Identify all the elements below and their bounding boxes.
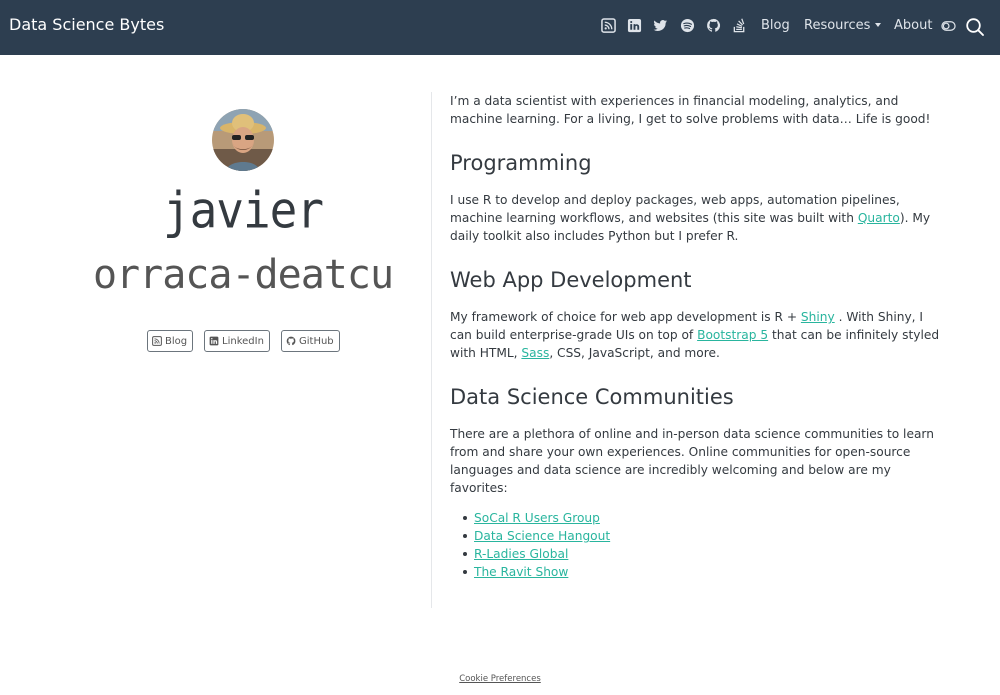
stackoverflow-icon[interactable] xyxy=(732,18,747,33)
site-brand[interactable]: Data Science Bytes xyxy=(9,15,164,34)
spotify-icon[interactable] xyxy=(680,18,695,33)
list-item: R-Ladies Global xyxy=(450,545,940,563)
data-science-hangout-link[interactable]: Data Science Hangout xyxy=(474,529,610,543)
shiny-link[interactable]: Shiny xyxy=(801,310,835,324)
twitter-icon[interactable] xyxy=(653,18,668,33)
list-item: Data Science Hangout xyxy=(450,527,940,545)
quarto-link[interactable]: Quarto xyxy=(858,211,900,225)
github-icon xyxy=(286,336,296,346)
socal-r-users-link[interactable]: SoCal R Users Group xyxy=(474,511,600,525)
theme-toggle-icon[interactable] xyxy=(941,20,956,32)
profile-github-label: GitHub xyxy=(299,335,334,347)
communities-paragraph: There are a plethora of online and in-pe… xyxy=(450,427,934,495)
list-item: The Ravit Show xyxy=(450,563,940,581)
profile-linkedin-label: LinkedIn xyxy=(222,335,264,347)
caret-down-icon xyxy=(875,22,882,27)
webapp-paragraph: My framework of choice for web app devel… xyxy=(450,308,940,362)
profile-avatar xyxy=(212,109,274,171)
communities-list: SoCal R Users Group Data Science Hangout… xyxy=(450,509,940,581)
programming-heading: Programming xyxy=(450,151,592,175)
bootstrap-link[interactable]: Bootstrap 5 xyxy=(697,328,768,342)
rss-icon xyxy=(152,336,162,346)
profile-first-name: javier xyxy=(162,180,324,240)
github-icon[interactable] xyxy=(706,18,721,33)
nav-resources-label: Resources xyxy=(804,18,871,33)
profile-blog-button[interactable]: Blog xyxy=(147,330,194,352)
webapp-text-4: , CSS, JavaScript, and more. xyxy=(549,346,720,360)
programming-text-1: I use R to develop and deploy packages, … xyxy=(450,193,900,225)
search-icon[interactable] xyxy=(965,17,985,37)
nav-blog-link[interactable]: Blog xyxy=(761,18,790,33)
about-content: I’m a data scientist with experiences in… xyxy=(450,92,940,581)
cookie-preferences-link[interactable]: Cookie Preferences xyxy=(0,674,1000,684)
nav-about-link[interactable]: About xyxy=(894,18,932,33)
linkedin-icon[interactable] xyxy=(627,18,642,33)
top-navbar: Data Science Bytes Blog Resources About xyxy=(0,0,1000,55)
list-item: SoCal R Users Group xyxy=(450,509,940,527)
intro-paragraph: I’m a data scientist with experiences in… xyxy=(450,94,931,126)
r-ladies-global-link[interactable]: R-Ladies Global xyxy=(474,547,568,561)
webapp-heading: Web App Development xyxy=(450,268,692,292)
column-divider xyxy=(431,92,432,608)
profile-blog-label: Blog xyxy=(165,335,188,347)
webapp-text-1: My framework of choice for web app devel… xyxy=(450,310,801,324)
nav-resources-dropdown[interactable]: Resources xyxy=(804,18,882,33)
linkedin-icon xyxy=(209,336,219,346)
profile-github-button[interactable]: GitHub xyxy=(281,330,340,352)
profile-last-name: orraca-deatcu xyxy=(92,252,394,298)
sass-link[interactable]: Sass xyxy=(521,346,549,360)
programming-paragraph: I use R to develop and deploy packages, … xyxy=(450,191,940,245)
profile-linkedin-button[interactable]: LinkedIn xyxy=(204,330,270,352)
ravit-show-link[interactable]: The Ravit Show xyxy=(474,565,568,579)
communities-heading: Data Science Communities xyxy=(450,385,734,409)
rss-icon[interactable] xyxy=(601,18,616,33)
